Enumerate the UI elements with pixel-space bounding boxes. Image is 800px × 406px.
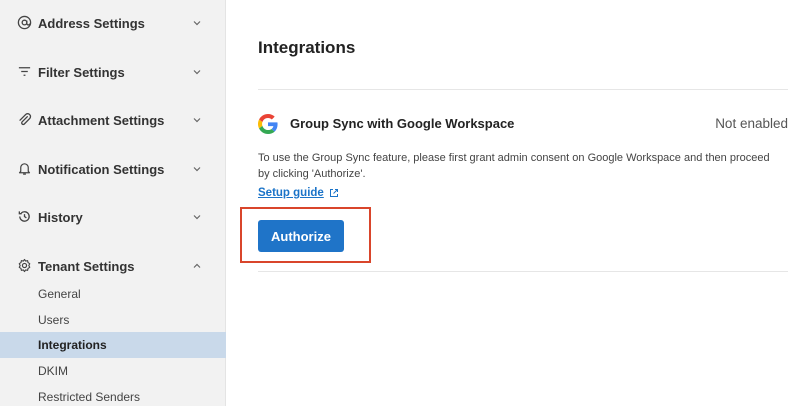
chevron-down-icon <box>193 70 201 75</box>
chevron-down-icon <box>193 167 201 172</box>
sidebar-item-integrations[interactable]: Integrations <box>0 332 226 358</box>
sidebar-section-address-settings[interactable]: Address Settings <box>0 6 226 40</box>
history-icon <box>16 208 32 224</box>
sidebar-section-history[interactable]: History <box>0 200 226 234</box>
setup-guide-link[interactable]: Setup guide <box>258 187 324 199</box>
paperclip-icon <box>16 111 32 127</box>
sidebar-item-dkim[interactable]: DKIM <box>0 358 226 384</box>
chevron-down-icon <box>193 21 201 26</box>
sidebar-section-label: Filter Settings <box>38 64 125 80</box>
sidebar-section-notification-settings[interactable]: Notification Settings <box>0 152 226 186</box>
page-title: Integrations <box>258 38 356 57</box>
sidebar-item-general[interactable]: General <box>0 281 226 307</box>
authorize-button[interactable]: Authorize <box>258 220 344 252</box>
gear-icon <box>16 257 32 273</box>
google-icon <box>258 114 278 134</box>
external-link-icon[interactable] <box>329 188 339 198</box>
sidebar-section-attachment-settings[interactable]: Attachment Settings <box>0 103 226 137</box>
chevron-down-icon <box>193 118 201 123</box>
sidebar-section-tenant-settings[interactable]: Tenant Settings <box>0 249 226 283</box>
main-content: Integrations Group Sync with Google Work… <box>226 0 800 406</box>
chevron-up-icon <box>193 263 201 268</box>
divider <box>258 89 788 90</box>
sidebar-section-label: Address Settings <box>38 15 145 31</box>
sidebar-section-filter-settings[interactable]: Filter Settings <box>0 55 226 89</box>
integration-title: Group Sync with Google Workspace <box>290 116 515 131</box>
bell-icon <box>16 160 32 176</box>
sidebar-section-label: Tenant Settings <box>38 258 135 274</box>
chevron-down-icon <box>193 215 201 220</box>
setup-guide: Setup guide <box>258 187 339 199</box>
integration-description: To use the Group Sync feature, please fi… <box>258 152 770 180</box>
status-text: Not enabled <box>715 116 788 131</box>
divider <box>258 271 788 272</box>
sidebar-section-label: Attachment Settings <box>38 112 165 128</box>
sidebar-section-label: Notification Settings <box>38 161 165 177</box>
at-icon <box>16 14 32 30</box>
sidebar-item-restricted-senders[interactable]: Restricted Senders <box>0 384 226 406</box>
integration-header: Group Sync with Google Workspace Not ena… <box>258 112 788 136</box>
sidebar: Address Settings Filter Settings Attachm… <box>0 0 226 406</box>
sidebar-section-label: History <box>38 209 83 225</box>
sidebar-item-users[interactable]: Users <box>0 307 226 333</box>
filter-icon <box>16 63 32 79</box>
